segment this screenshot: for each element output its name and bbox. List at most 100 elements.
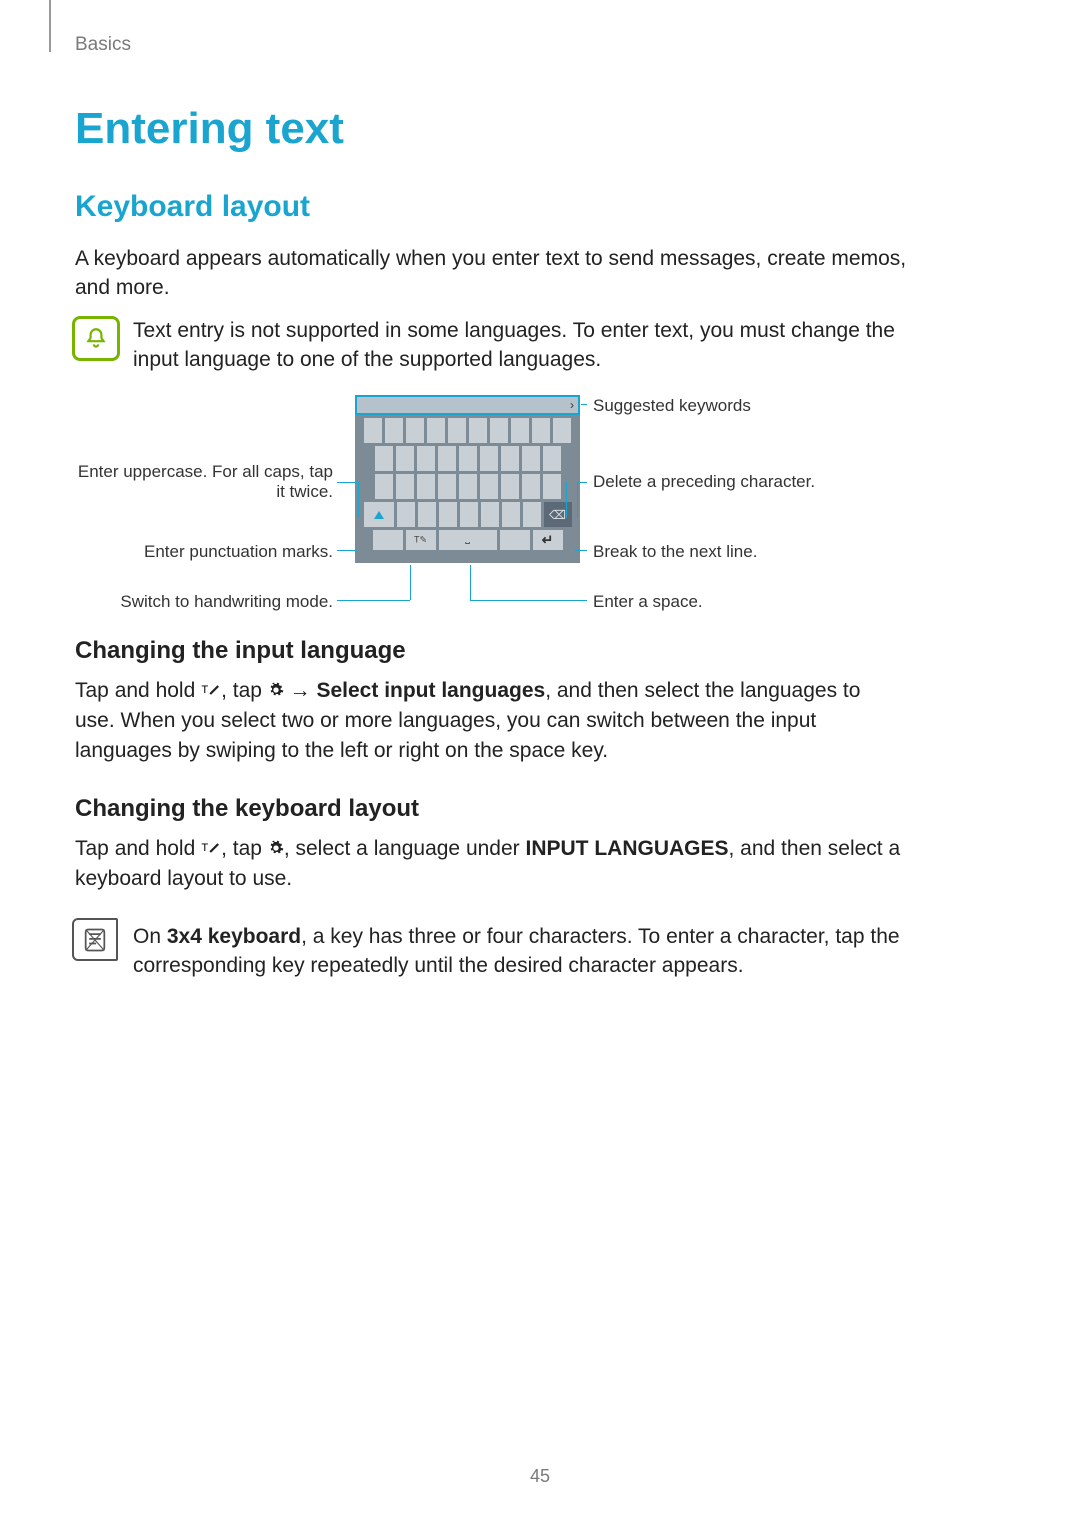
leader-line [566, 482, 567, 518]
key [502, 502, 520, 527]
section-heading-keyboard-layout: Keyboard layout [75, 190, 310, 224]
subheading-changing-keyboard-layout: Changing the keyboard layout [75, 795, 419, 823]
key [438, 446, 456, 471]
key-row [358, 502, 577, 527]
text-pencil-icon: T [201, 835, 221, 864]
text: , tap [221, 679, 268, 702]
key-row [358, 418, 577, 443]
leader-line [337, 600, 410, 601]
key [522, 446, 540, 471]
key [375, 446, 393, 471]
subheading-changing-input-language: Changing the input language [75, 637, 406, 665]
punctuation-key [500, 530, 530, 550]
key [501, 446, 519, 471]
margin-rule [49, 0, 51, 52]
key [406, 418, 424, 443]
text: , tap [221, 837, 268, 860]
leader-line [470, 565, 471, 600]
leader-line [581, 404, 587, 405]
space-key-icon [439, 530, 497, 550]
gear-icon [268, 677, 284, 706]
callout-delete: Delete a preceding character. [593, 472, 815, 492]
sym-key [373, 530, 403, 550]
key [532, 418, 550, 443]
paragraph-changing-keyboard-layout: Tap and hold T , tap , select a language … [75, 834, 905, 894]
callout-punctuation: Enter punctuation marks. [75, 542, 333, 562]
callout-uppercase: Enter uppercase. For all caps, tap it tw… [75, 462, 333, 502]
key [460, 502, 478, 527]
key [385, 418, 403, 443]
leader-line [410, 565, 411, 600]
leader-line [575, 550, 587, 551]
paragraph-changing-input-language: Tap and hold T , tap → Select input langu… [75, 676, 905, 765]
enter-key-icon [533, 530, 563, 550]
key [490, 418, 508, 443]
svg-text:T: T [202, 684, 209, 696]
leader-line [577, 482, 587, 483]
key [439, 502, 457, 527]
key [481, 502, 499, 527]
key [448, 418, 466, 443]
key [396, 446, 414, 471]
text-pencil-icon: T [201, 677, 221, 706]
leader-line [337, 482, 357, 483]
callout-space: Enter a space. [593, 592, 703, 612]
key [501, 474, 519, 499]
gear-icon [268, 835, 284, 864]
key [523, 502, 541, 527]
key [417, 474, 435, 499]
key [459, 474, 477, 499]
leader-line [577, 482, 578, 518]
note-bell-text: Text entry is not supported in some lang… [133, 316, 913, 375]
note-memo-icon [72, 918, 118, 961]
key [480, 474, 498, 499]
bold-text: INPUT LANGUAGES [526, 837, 729, 860]
bold-text: Select input languages [316, 679, 545, 702]
delete-key-icon [544, 502, 572, 527]
text: Tap and hold [75, 679, 201, 702]
key [364, 418, 382, 443]
callout-suggested: Suggested keywords [593, 396, 751, 416]
svg-text:T: T [202, 842, 209, 854]
key-row [358, 446, 577, 471]
leader-line [358, 482, 359, 518]
callout-break: Break to the next line. [593, 542, 757, 562]
page-number: 45 [0, 1466, 1080, 1487]
key [522, 474, 540, 499]
leader-line [470, 600, 587, 601]
keyboard-body [355, 415, 580, 563]
shift-key-icon [364, 502, 394, 527]
text: , select a language under [284, 837, 526, 860]
key [418, 502, 436, 527]
breadcrumb: Basics [75, 34, 131, 56]
keyboard-graphic: › [355, 395, 580, 565]
key [427, 418, 445, 443]
key-row [358, 530, 577, 550]
leader-line [337, 550, 357, 551]
key [553, 418, 571, 443]
key [417, 446, 435, 471]
key [375, 474, 393, 499]
note-bell-icon [72, 316, 120, 361]
key [397, 502, 415, 527]
text: → [284, 679, 317, 702]
key [459, 446, 477, 471]
key [396, 474, 414, 499]
key [543, 446, 561, 471]
key [480, 446, 498, 471]
bold-text: 3x4 keyboard [167, 925, 301, 948]
text: Tap and hold [75, 837, 201, 860]
key-row [358, 474, 577, 499]
key [511, 418, 529, 443]
page: Basics Entering text Keyboard layout A k… [0, 0, 1080, 1527]
page-title: Entering text [75, 104, 344, 154]
paragraph-intro: A keyboard appears automatically when yo… [75, 244, 915, 303]
key [438, 474, 456, 499]
handwriting-key-icon [406, 530, 436, 550]
callout-handwriting: Switch to handwriting mode. [75, 592, 333, 612]
key [543, 474, 561, 499]
keyboard-diagram: › [75, 390, 935, 615]
text: On [133, 925, 167, 948]
note-memo-text: On 3x4 keyboard, a key has three or four… [133, 922, 913, 981]
key [469, 418, 487, 443]
